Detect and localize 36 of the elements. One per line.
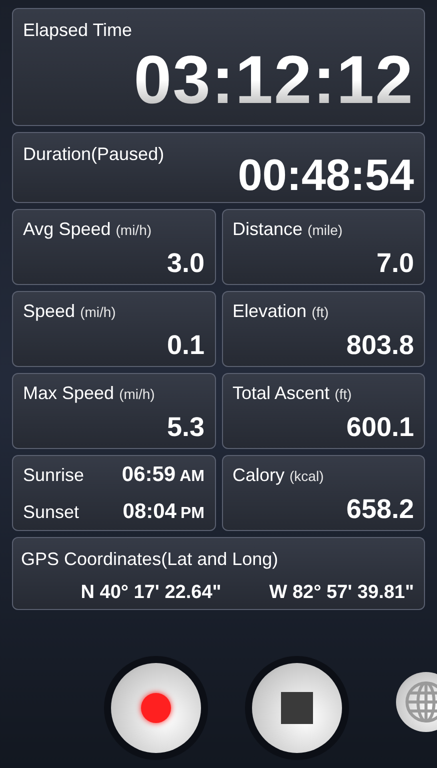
duration-value: 00:48:54: [238, 151, 414, 202]
globe-icon: [404, 680, 437, 724]
metric-value: 3.0: [166, 247, 204, 279]
metric-unit: (kcal): [290, 467, 324, 486]
metric-unit: (ft): [312, 303, 329, 322]
metric-unit: (mi/h): [80, 303, 116, 322]
latitude-value: N 40° 17' 22.64": [80, 581, 222, 605]
metric-label: Distance: [232, 218, 303, 241]
metric-value: 7.0: [376, 247, 414, 279]
metric-unit: (mi/h): [116, 221, 152, 240]
sun-time: 06:59: [122, 462, 176, 488]
metric-label: Avg Speed: [23, 218, 111, 241]
sun-period: PM: [180, 504, 204, 524]
metric-label: Calory: [232, 464, 285, 487]
metric-value: 600.1: [346, 411, 414, 443]
stop-icon: [281, 692, 313, 724]
elapsed-time-label: Elapsed Time: [23, 19, 134, 42]
sun-time: 08:04: [122, 499, 176, 525]
metric-label: Total Ascent: [232, 382, 330, 405]
metric-unit: (ft): [334, 385, 352, 404]
sun-label: Sunset: [23, 501, 80, 524]
metric-label: Speed: [23, 300, 76, 323]
longitude-value: W 82° 57' 39.81": [269, 581, 414, 605]
metric-value: 5.3: [166, 411, 204, 443]
metric-value: 658.2: [346, 493, 414, 525]
metric-unit: (mile): [308, 221, 343, 240]
duration-label: Duration(Paused): [23, 143, 164, 166]
metric-label: Elevation: [232, 300, 307, 323]
sun-label: Sunrise: [23, 464, 84, 486]
metric-unit: (mi/h): [119, 385, 155, 404]
metric-label: Max Speed: [23, 382, 114, 405]
record-icon: [141, 693, 171, 723]
metric-value: 0.1: [166, 329, 204, 361]
metric-value: 803.8: [346, 329, 414, 361]
sun-period: AM: [180, 466, 204, 486]
gps-label: GPS Coordinates(Lat and Long): [21, 548, 280, 571]
